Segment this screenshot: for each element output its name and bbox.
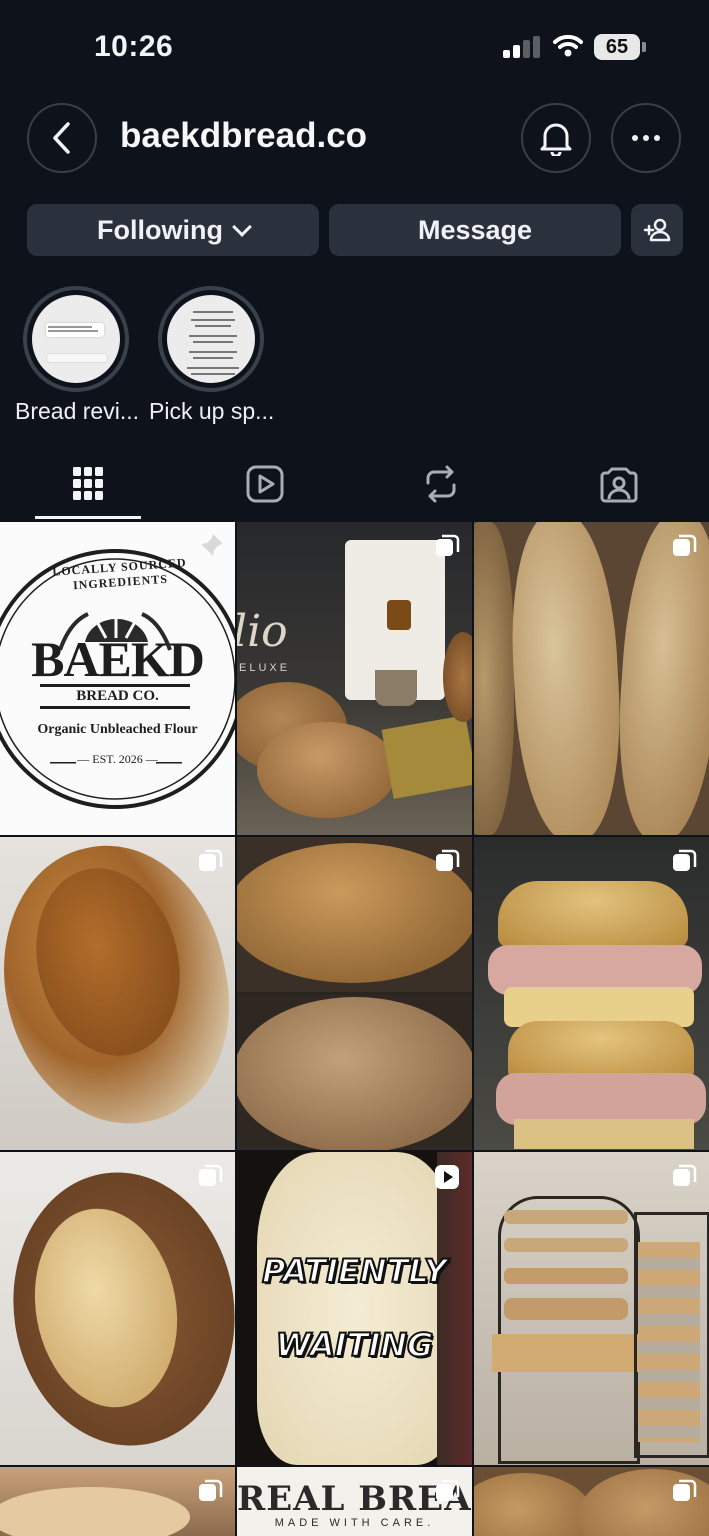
post-seeded-loaves[interactable] <box>474 522 709 835</box>
tab-reels[interactable] <box>245 462 285 506</box>
wifi-icon <box>553 34 583 57</box>
reel-caption-line1: PATIENTLY <box>261 1251 448 1291</box>
carousel-icon <box>436 1479 460 1501</box>
olio-brand: lio <box>237 606 288 657</box>
highlight-label: Bread revi... <box>15 398 139 424</box>
post-dough[interactable] <box>0 1467 235 1536</box>
logo-est: — EST. 2026 — <box>77 752 158 766</box>
reel-icon <box>435 1165 459 1189</box>
carousel-icon <box>199 1164 223 1186</box>
real-bread-sub: MADE WITH CARE. <box>274 1517 435 1529</box>
carousel-icon <box>673 849 697 871</box>
carousel-icon <box>199 1479 223 1501</box>
tagged-person-icon <box>600 467 638 503</box>
following-button[interactable]: Following <box>27 204 319 256</box>
clock: 10:26 <box>94 30 174 63</box>
battery-tip <box>642 42 646 52</box>
reel-caption-line2: WAITING <box>275 1325 435 1365</box>
back-button[interactable] <box>27 103 97 173</box>
carousel-icon <box>673 534 697 556</box>
active-tab-indicator <box>35 516 141 519</box>
pin-icon <box>201 534 223 556</box>
message-button[interactable]: Message <box>329 204 621 256</box>
carousel-icon <box>199 849 223 871</box>
highlight-bread-reviews[interactable] <box>23 286 129 392</box>
repost-icon <box>426 465 456 503</box>
olio-sub: ELUXE <box>239 662 291 674</box>
chevron-left-icon <box>53 122 70 154</box>
more-icon <box>632 135 660 141</box>
reels-icon <box>246 465 284 503</box>
carousel-icon <box>673 1479 697 1501</box>
carousel-icon <box>436 849 460 871</box>
post-bread-rack[interactable] <box>474 1152 709 1465</box>
highlight-thumbnail <box>32 295 120 383</box>
highlight-pick-up-spots[interactable] <box>158 286 264 392</box>
logo-brand: BAEKD <box>31 631 205 687</box>
highlight-label: Pick up sp... <box>149 398 275 424</box>
post-seeded-boule[interactable] <box>0 1152 235 1465</box>
tab-reposts[interactable] <box>421 462 461 506</box>
post-logo[interactable]: LOCALLY SOURCED INGREDIENTS BAEKD BREAD … <box>0 522 235 835</box>
status-bar: 10:26 65 <box>0 0 709 96</box>
carousel-icon <box>436 534 460 556</box>
logo-tagline: Organic Unbleached Flour <box>37 722 198 737</box>
tab-grid[interactable] <box>68 462 108 506</box>
post-reel-patiently-waiting[interactable]: PATIENTLY WAITING <box>237 1152 472 1465</box>
highlight-thumbnail <box>167 295 255 383</box>
cellular-signal-icon <box>503 36 540 58</box>
post-sandwich[interactable] <box>474 837 709 1150</box>
grid-icon <box>73 467 103 500</box>
profile-username: baekdbread.co <box>120 116 368 155</box>
battery-indicator: 65 <box>594 34 640 60</box>
post-scored-loaf[interactable] <box>0 837 235 1150</box>
add-person-icon <box>643 218 671 242</box>
logo-sub: BREAD CO. <box>76 688 159 704</box>
bell-icon <box>540 123 572 156</box>
carousel-icon <box>673 1164 697 1186</box>
suggested-users-button[interactable] <box>631 204 683 256</box>
tab-tagged[interactable] <box>599 462 639 506</box>
post-coffee-bread[interactable]: lio ELUXE <box>237 522 472 835</box>
post-sourdough-collage[interactable] <box>237 837 472 1150</box>
post-crusty-loaves[interactable] <box>474 1467 709 1536</box>
more-options-button[interactable] <box>611 103 681 173</box>
post-real-bread[interactable]: REAL BREAD MADE WITH CARE. <box>237 1467 472 1536</box>
following-label: Following <box>97 214 223 245</box>
chevron-down-icon <box>232 217 252 237</box>
message-label: Message <box>417 214 533 245</box>
notifications-button[interactable] <box>521 103 591 173</box>
